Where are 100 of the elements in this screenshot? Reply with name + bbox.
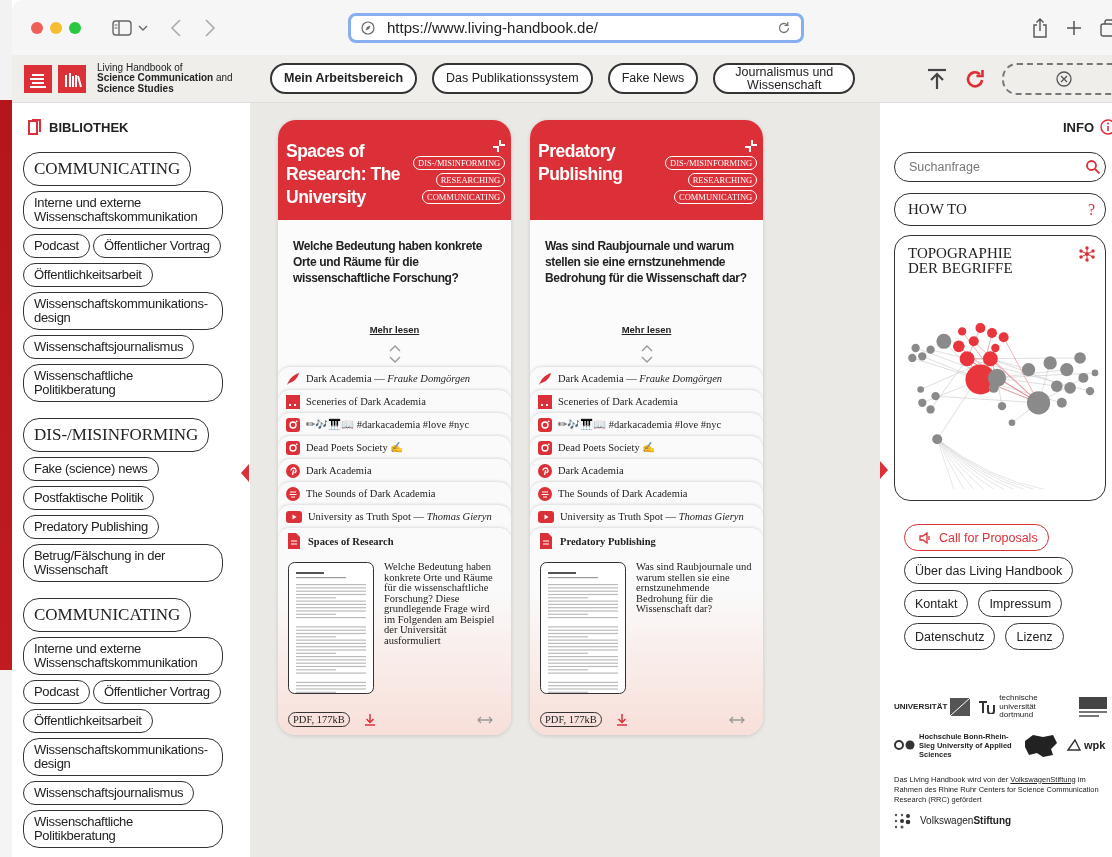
nav-button[interactable]: Mein Arbeitsbereich bbox=[270, 63, 417, 94]
topic-tag[interactable]: Interne und externe Wissenschaftskommunikation bbox=[23, 191, 223, 229]
tabs-icon[interactable] bbox=[1100, 18, 1112, 37]
graph-node[interactable] bbox=[1078, 372, 1089, 383]
expand-arrow-icon[interactable] bbox=[880, 461, 888, 479]
info-icon[interactable] bbox=[1100, 119, 1112, 135]
graph-node[interactable] bbox=[982, 351, 998, 367]
read-more-link[interactable]: Mehr lesen bbox=[621, 324, 672, 335]
resource-tab[interactable]: Dark Academia — Frauke Domgörgen bbox=[278, 367, 511, 390]
resource-tab[interactable]: Dark Academia bbox=[530, 459, 763, 482]
resource-tab[interactable]: University as Truth Spot — Thomas Gieryn bbox=[278, 505, 511, 528]
resource-tab[interactable]: The Sounds of Dark Academia bbox=[278, 482, 511, 505]
address-bar[interactable]: https://www.living-handbook.de/ bbox=[348, 12, 804, 43]
document-thumbnail-drawing[interactable] bbox=[540, 562, 626, 694]
resource-tab[interactable]: Dark Academia bbox=[278, 459, 511, 482]
search-field[interactable]: Suchanfrage bbox=[894, 152, 1106, 182]
category-tag[interactable]: COMMUNICATING bbox=[23, 598, 192, 632]
graph-node[interactable] bbox=[1060, 362, 1074, 377]
info-link-button[interactable]: Über das Living Handbook bbox=[904, 557, 1074, 584]
read-more-link[interactable]: Mehr lesen bbox=[369, 324, 420, 335]
topic-tag[interactable]: Wissenschaftsjournalismus bbox=[23, 335, 195, 359]
expand-icon[interactable] bbox=[745, 140, 758, 152]
info-link-button[interactable]: Kontakt bbox=[904, 590, 969, 617]
graph-node[interactable] bbox=[1074, 352, 1086, 364]
clear-icon[interactable] bbox=[1056, 70, 1072, 87]
topic-tag[interactable]: Interne und externe Wissenschaftskommunikation bbox=[23, 637, 223, 675]
upload-icon[interactable] bbox=[926, 67, 948, 90]
resource-tab[interactable]: ✏🎶🎹📖 #darkacademia #love #nyc bbox=[530, 413, 763, 436]
chevron-down-icon[interactable] bbox=[138, 23, 148, 32]
graph-node[interactable] bbox=[997, 401, 1007, 411]
expand-icon[interactable] bbox=[493, 140, 506, 152]
up-down-chevron-icon[interactable] bbox=[640, 345, 653, 363]
forward-icon[interactable] bbox=[204, 18, 216, 37]
graph-node[interactable] bbox=[918, 352, 927, 361]
resource-tab[interactable]: ✏🎶🎹📖 #darkacademia #love #nyc bbox=[278, 413, 511, 436]
search-icon[interactable] bbox=[1086, 160, 1100, 174]
graph-node[interactable] bbox=[1051, 380, 1063, 392]
graph-node[interactable] bbox=[917, 386, 924, 393]
graph-node[interactable] bbox=[1056, 397, 1067, 408]
institute-logo[interactable] bbox=[1079, 696, 1108, 717]
info-link-button[interactable]: Impressum bbox=[978, 590, 1063, 617]
graph-node[interactable] bbox=[1064, 382, 1076, 394]
resource-tab[interactable]: Sceneries of Dark Academia bbox=[530, 390, 763, 413]
association-logo[interactable]: wpk bbox=[1067, 739, 1106, 751]
topic-tag[interactable]: Postfaktische Politik bbox=[23, 486, 155, 510]
graph-node[interactable] bbox=[926, 345, 935, 354]
back-icon[interactable] bbox=[170, 18, 182, 37]
graph-node[interactable] bbox=[931, 392, 940, 401]
document-title[interactable]: Spaces of Research bbox=[308, 535, 394, 547]
document-thumbnail-drawing[interactable] bbox=[288, 562, 374, 694]
graph-node[interactable] bbox=[1008, 419, 1016, 427]
graph-node[interactable] bbox=[1021, 362, 1036, 377]
call-for-proposals-button[interactable]: Call for Proposals bbox=[904, 524, 1049, 551]
resource-tab[interactable]: Dark Academia — Frauke Domgörgen bbox=[530, 367, 763, 390]
topic-tag[interactable]: Predatory Publishing bbox=[23, 515, 159, 539]
nav-button[interactable]: Das Publikationssystem bbox=[432, 63, 593, 94]
topic-tag[interactable]: Öffentlichkeitsarbeit bbox=[23, 709, 153, 733]
topic-tag[interactable]: Öffentlichkeitsarbeit bbox=[23, 263, 153, 287]
graph-node[interactable] bbox=[936, 333, 952, 349]
university-logo[interactable]: technische universität dortmund bbox=[978, 694, 1072, 720]
books-logo-icon[interactable] bbox=[24, 64, 52, 93]
graph-node[interactable] bbox=[988, 382, 999, 393]
topic-tag[interactable]: Wissenschaftliche Politikberatung bbox=[23, 364, 223, 402]
graph-node[interactable] bbox=[968, 336, 979, 347]
topic-tag[interactable]: Fake (science) news bbox=[23, 457, 159, 481]
graph-node[interactable] bbox=[911, 343, 920, 353]
topic-tag[interactable]: Betrug/Fälschung in der Wissenschaft bbox=[23, 544, 223, 582]
graph-node[interactable] bbox=[926, 405, 935, 414]
topic-tag[interactable]: Öffentlicher Vortrag bbox=[92, 680, 221, 704]
refresh-icon[interactable] bbox=[964, 67, 986, 90]
resource-tab[interactable]: The Sounds of Dark Academia bbox=[530, 482, 763, 505]
info-link-button[interactable]: Datenschutz bbox=[904, 623, 996, 650]
up-down-chevron-icon[interactable] bbox=[388, 345, 401, 363]
network-icon[interactable] bbox=[1079, 246, 1095, 262]
new-tab-icon[interactable] bbox=[1066, 19, 1082, 36]
graph-node[interactable] bbox=[908, 353, 917, 363]
topic-tag[interactable]: Wissenschaftsjournalismus bbox=[23, 781, 195, 805]
topic-tag[interactable]: Wissenschaftskommunikations-design bbox=[23, 292, 223, 330]
category-tag[interactable]: COMMUNICATING bbox=[23, 152, 192, 186]
document-title[interactable]: Predatory Publishing bbox=[560, 535, 656, 547]
graph-node[interactable] bbox=[1043, 356, 1057, 370]
resource-tab[interactable]: Dead Poets Society ✍ bbox=[530, 436, 763, 459]
info-link-button[interactable]: Lizenz bbox=[1005, 623, 1064, 650]
how-to-button[interactable]: HOW TO ? bbox=[894, 193, 1106, 226]
resource-tab[interactable]: Sceneries of Dark Academia bbox=[278, 390, 511, 413]
reload-icon[interactable] bbox=[777, 20, 791, 35]
card-title[interactable]: Spaces of Research: The University bbox=[286, 140, 413, 220]
maximize-icon[interactable] bbox=[69, 21, 81, 34]
graph-node[interactable] bbox=[1091, 369, 1099, 377]
university-logo[interactable]: UNIVERSITÄT bbox=[894, 697, 971, 716]
sidebar-icon[interactable] bbox=[112, 19, 132, 36]
drop-zone[interactable] bbox=[1002, 62, 1112, 95]
graph-node[interactable] bbox=[953, 340, 965, 353]
graph-node[interactable] bbox=[998, 332, 1009, 343]
resource-tab[interactable]: University as Truth Spot — Thomas Gieryn bbox=[530, 505, 763, 528]
graph-node[interactable] bbox=[987, 328, 997, 339]
card-title[interactable]: Predatory Publishing bbox=[538, 140, 665, 220]
graph-node[interactable] bbox=[1085, 387, 1095, 396]
resize-arrow-icon[interactable] bbox=[477, 715, 493, 724]
topic-tag[interactable]: Wissenschaftskommunikations-design bbox=[23, 738, 223, 776]
